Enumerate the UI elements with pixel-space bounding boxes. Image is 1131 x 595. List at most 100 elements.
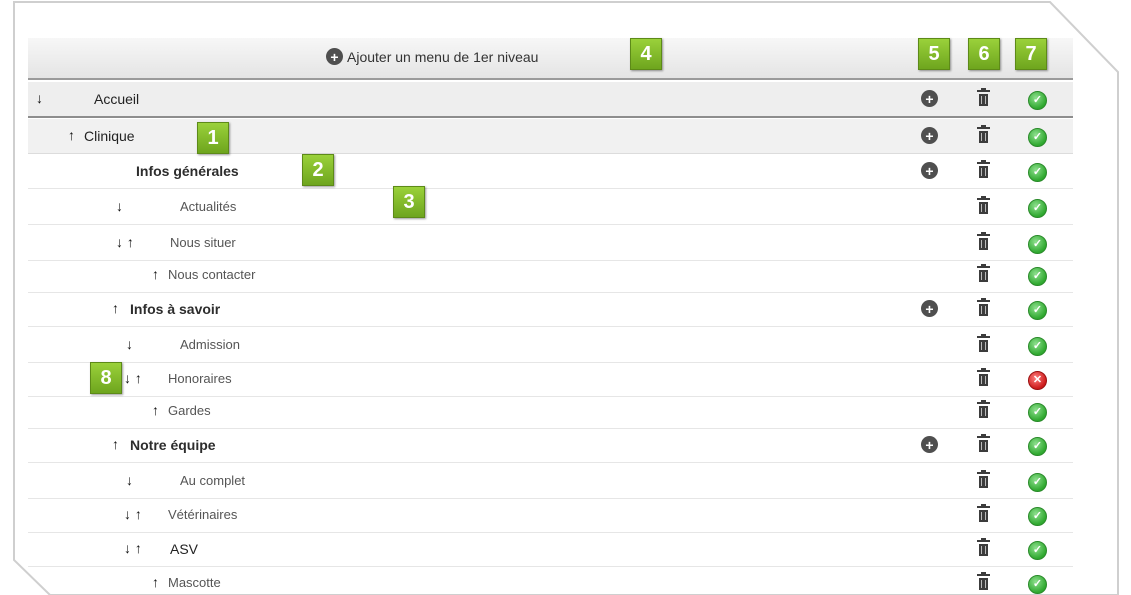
menu-item-label[interactable]: Clinique — [84, 128, 135, 144]
menu-item-label[interactable]: Nous situer — [170, 235, 236, 250]
trash-icon — [977, 504, 990, 523]
check-icon: ✓ — [1028, 267, 1047, 286]
delete-button[interactable] — [977, 400, 990, 424]
menu-item-label[interactable]: Honoraires — [168, 371, 232, 386]
add-submenu-button[interactable]: + — [921, 436, 938, 455]
status-toggle[interactable]: ✓ — [1028, 300, 1047, 320]
trash-icon — [977, 264, 990, 283]
menu-item-label[interactable]: Gardes — [168, 403, 211, 418]
add-top-level-label: Ajouter un menu de 1er niveau — [347, 48, 539, 65]
menu-item-label[interactable]: Nous contacter — [168, 267, 255, 282]
trash-icon — [977, 88, 990, 107]
delete-button[interactable] — [977, 232, 990, 256]
menu-item-label[interactable]: Infos générales — [136, 163, 239, 179]
callout-badge-3: 3 — [393, 186, 425, 218]
delete-button[interactable] — [977, 196, 990, 220]
delete-button[interactable] — [977, 298, 990, 322]
menu-row-nous-contacter: ↑ Nous contacter ✓ — [28, 258, 1073, 293]
menu-row-nous-situer: ↓ ↑ Nous situer ✓ — [28, 226, 1073, 261]
callout-badge-8: 8 — [90, 362, 122, 394]
delete-button[interactable] — [977, 334, 990, 358]
move-arrows[interactable]: ↑ — [152, 266, 159, 282]
move-arrows[interactable]: ↑ — [112, 300, 119, 316]
menu-row-au-complet: ↓ Au complet ✓ — [28, 464, 1073, 499]
menu-item-label[interactable]: ASV — [170, 541, 198, 557]
callout-badge-2: 2 — [302, 154, 334, 186]
delete-button[interactable] — [977, 470, 990, 494]
delete-button[interactable] — [977, 572, 990, 595]
trash-icon — [977, 572, 990, 591]
menu-row-infos-generales: Infos générales + ✓ — [28, 154, 1073, 189]
add-submenu-button[interactable]: + — [921, 162, 938, 181]
move-arrows[interactable]: ↓ ↑ — [124, 370, 142, 386]
delete-button[interactable] — [977, 125, 990, 149]
move-arrows[interactable]: ↓ — [126, 472, 133, 488]
menu-item-label[interactable]: Actualités — [180, 199, 236, 214]
status-toggle[interactable]: ✓ — [1028, 472, 1047, 492]
status-toggle[interactable]: ✓ — [1028, 402, 1047, 422]
plus-circle-icon: + — [921, 300, 938, 317]
callout-badge-1: 1 — [197, 122, 229, 154]
move-arrows[interactable]: ↑ — [68, 127, 75, 143]
menu-item-label[interactable]: Infos à savoir — [130, 301, 220, 317]
menu-manager-panel: + Ajouter un menu de 1er niveau ↓ Accuei… — [28, 30, 1080, 595]
plus-circle-icon: + — [326, 48, 343, 65]
menu-row-clinique: ↑ Clinique + ✓ — [28, 119, 1073, 154]
menu-item-label[interactable]: Notre équipe — [130, 437, 216, 453]
add-submenu-button[interactable]: + — [921, 90, 938, 109]
status-toggle[interactable]: ✓ — [1028, 234, 1047, 254]
check-icon: ✓ — [1028, 128, 1047, 147]
status-toggle[interactable]: ✓ — [1028, 540, 1047, 560]
delete-button[interactable] — [977, 264, 990, 288]
menu-item-label[interactable]: Au complet — [180, 473, 245, 488]
menu-item-label[interactable]: Vétérinaires — [168, 507, 237, 522]
plus-circle-icon: + — [921, 127, 938, 144]
menu-item-label[interactable]: Accueil — [94, 91, 139, 107]
move-arrows[interactable]: ↓ — [126, 336, 133, 352]
menu-row-accueil: ↓ Accueil + ✓ — [28, 82, 1073, 118]
move-arrows[interactable]: ↑ — [112, 436, 119, 452]
status-toggle[interactable]: ✕ — [1028, 370, 1047, 390]
delete-button[interactable] — [977, 88, 990, 112]
check-icon: ✓ — [1028, 337, 1047, 356]
status-toggle[interactable]: ✓ — [1028, 198, 1047, 218]
delete-button[interactable] — [977, 434, 990, 458]
check-icon: ✓ — [1028, 575, 1047, 594]
status-toggle[interactable]: ✓ — [1028, 90, 1047, 110]
delete-button[interactable] — [977, 368, 990, 392]
status-toggle[interactable]: ✓ — [1028, 336, 1047, 356]
menu-row-admission: ↓ Admission ✓ — [28, 328, 1073, 363]
status-toggle[interactable]: ✓ — [1028, 127, 1047, 147]
move-arrows[interactable]: ↓ ↑ — [116, 234, 134, 250]
callout-badge-4: 4 — [630, 38, 662, 70]
menu-row-asv: ↓ ↑ ASV ✓ — [28, 532, 1073, 567]
move-arrows[interactable]: ↓ — [36, 90, 43, 106]
status-toggle[interactable]: ✓ — [1028, 162, 1047, 182]
delete-button[interactable] — [977, 160, 990, 184]
menu-item-label[interactable]: Admission — [180, 337, 240, 352]
trash-icon — [977, 160, 990, 179]
status-toggle[interactable]: ✓ — [1028, 436, 1047, 456]
menu-item-label[interactable]: Mascotte — [168, 575, 221, 590]
move-arrows[interactable]: ↓ ↑ — [124, 540, 142, 556]
trash-icon — [977, 298, 990, 317]
add-submenu-button[interactable]: + — [921, 300, 938, 319]
delete-button[interactable] — [977, 504, 990, 528]
annotated-screenshot: + Ajouter un menu de 1er niveau ↓ Accuei… — [0, 0, 1131, 595]
add-top-level-menu-button[interactable]: + Ajouter un menu de 1er niveau — [326, 48, 538, 65]
callout-badge-7: 7 — [1015, 38, 1047, 70]
move-arrows[interactable]: ↑ — [152, 402, 159, 418]
move-arrows[interactable]: ↓ — [116, 198, 123, 214]
trash-icon — [977, 538, 990, 557]
delete-button[interactable] — [977, 538, 990, 562]
close-icon: ✕ — [1028, 371, 1047, 390]
status-toggle[interactable]: ✓ — [1028, 574, 1047, 594]
move-arrows[interactable]: ↓ ↑ — [124, 506, 142, 522]
status-toggle[interactable]: ✓ — [1028, 266, 1047, 286]
status-toggle[interactable]: ✓ — [1028, 506, 1047, 526]
move-arrows[interactable]: ↑ — [152, 574, 159, 590]
check-icon: ✓ — [1028, 403, 1047, 422]
trash-icon — [977, 196, 990, 215]
menu-row-actualites: ↓ Actualités ✓ — [28, 190, 1073, 225]
add-submenu-button[interactable]: + — [921, 127, 938, 146]
